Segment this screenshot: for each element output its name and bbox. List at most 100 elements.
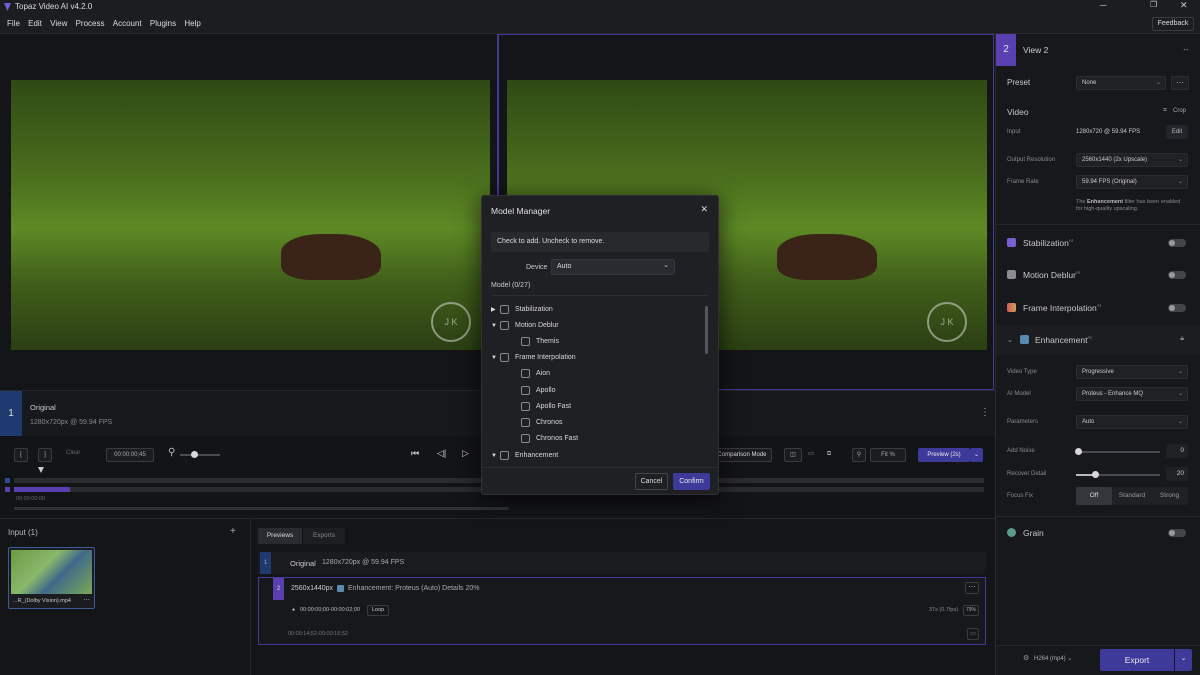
checkbox[interactable] xyxy=(521,368,530,378)
cancel-button[interactable]: Cancel xyxy=(635,473,668,490)
zoom-slider-knob[interactable] xyxy=(191,451,198,458)
add-noise-knob[interactable] xyxy=(1075,448,1082,455)
chevron-down-icon[interactable]: ▼ xyxy=(491,449,500,463)
recover-detail-knob[interactable] xyxy=(1092,471,1099,478)
input-more-icon[interactable]: ⋯ xyxy=(83,596,90,604)
menu-file[interactable]: File xyxy=(4,14,23,34)
close-icon[interactable]: ✕ xyxy=(1180,0,1188,11)
motion-deblur-toggle[interactable] xyxy=(1168,271,1186,279)
chevron-right-icon[interactable]: ▶ xyxy=(491,303,500,317)
crop-button[interactable]: Crop xyxy=(1173,108,1186,114)
checkbox[interactable] xyxy=(500,320,509,330)
input-thumbnail[interactable]: ...R_(Dolby Vision).mp4 ⋯ xyxy=(8,547,95,609)
grain-toggle[interactable] xyxy=(1168,529,1186,537)
feedback-button[interactable]: Feedback xyxy=(1152,17,1194,31)
checkbox[interactable] xyxy=(500,304,509,314)
play-dot-icon[interactable]: ● xyxy=(292,607,295,613)
preset-select[interactable]: None ⌄ xyxy=(1076,76,1166,90)
chevron-down-icon[interactable]: ▼ xyxy=(491,351,500,365)
menu-view[interactable]: View xyxy=(47,14,70,34)
checkbox[interactable] xyxy=(521,336,530,346)
mark-in-button[interactable]: [ xyxy=(14,448,28,462)
menu-edit[interactable]: Edit xyxy=(25,14,45,34)
preview-row-enhanced[interactable]: 2 2560x1440px Enhancement: Proteus (Auto… xyxy=(258,577,986,645)
focus-standard-button[interactable]: Standard xyxy=(1113,487,1151,505)
menu-process[interactable]: Process xyxy=(73,14,108,34)
model-row-enhancement[interactable]: ▼ Enhancement xyxy=(491,449,558,463)
expand-icon[interactable]: ↔ xyxy=(1182,44,1190,53)
mark-out-button[interactable]: ] xyxy=(38,448,52,462)
menu-plugins[interactable]: Plugins xyxy=(147,14,179,34)
model-row-themis[interactable]: Themis xyxy=(521,335,559,349)
video-type-select[interactable]: Progressive ⌄ xyxy=(1076,365,1188,379)
clear-button[interactable]: Clear xyxy=(66,450,80,456)
frame-interpolation-toggle[interactable] xyxy=(1168,304,1186,312)
preview-button[interactable]: Preview (2s) xyxy=(918,448,970,462)
step-back-icon[interactable]: ◁| xyxy=(437,448,446,459)
crop-icon[interactable]: ⌗ xyxy=(1163,107,1167,115)
model-row-stabilization[interactable]: ▶ Stabilization xyxy=(491,303,553,317)
close-icon[interactable]: ✕ xyxy=(700,204,708,215)
add-noise-value[interactable]: 0 xyxy=(1166,444,1188,458)
lock-icon[interactable]: 🔒︎ xyxy=(1180,335,1184,343)
model-list-scrollbar[interactable] xyxy=(705,306,708,354)
export-button[interactable]: Export xyxy=(1100,649,1174,671)
add-input-icon[interactable]: + xyxy=(230,526,236,537)
chevron-down-icon[interactable]: ⌄ xyxy=(1007,336,1013,344)
tab-previews[interactable]: Previews xyxy=(258,528,302,544)
zoom-fit-icon[interactable]: ⚲ xyxy=(852,448,866,462)
loop-button[interactable]: Loop xyxy=(367,605,390,616)
timeline-scrollbar[interactable] xyxy=(14,507,509,510)
model-row-chronos-fast[interactable]: Chronos Fast xyxy=(521,432,578,446)
recover-detail-value[interactable]: 20 xyxy=(1166,467,1188,481)
model-row-apollo-fast[interactable]: Apollo Fast xyxy=(521,400,571,414)
preview-row-original[interactable]: 1 Original 1280x720px @ 59.94 FPS xyxy=(258,552,986,574)
model-row-apollo[interactable]: Apollo xyxy=(521,384,555,398)
stabilization-toggle[interactable] xyxy=(1168,239,1186,247)
edit-button[interactable]: Edit xyxy=(1166,125,1188,139)
delete-icon[interactable]: ▭ xyxy=(967,628,979,640)
tab-exports[interactable]: Exports xyxy=(303,528,345,544)
side-by-side-icon[interactable]: ◫ xyxy=(784,448,802,462)
model-row-frame-interpolation[interactable]: ▼ Frame Interpolation xyxy=(491,351,576,365)
ai-model-select[interactable]: Proteus - Enhance MQ ⌄ xyxy=(1076,387,1188,401)
zoom-slider[interactable] xyxy=(180,454,220,456)
focus-strong-button[interactable]: Strong xyxy=(1151,487,1188,505)
focus-off-button[interactable]: Off xyxy=(1076,487,1112,505)
export-options-icon[interactable]: ⌄ xyxy=(1175,649,1192,671)
timecode-field[interactable]: 00:00:00;45 xyxy=(106,448,154,462)
add-noise-slider[interactable] xyxy=(1076,451,1160,453)
model-row-motion-deblur[interactable]: ▼ Motion Deblur xyxy=(491,319,559,333)
checkbox[interactable] xyxy=(521,433,530,443)
maximize-icon[interactable]: ❐ xyxy=(1150,0,1157,9)
checkbox[interactable] xyxy=(500,352,509,362)
zoom-icon[interactable]: ⚲ xyxy=(168,447,175,458)
frame-rate-select[interactable]: 59.94 FPS (Original) ⌄ xyxy=(1076,175,1188,189)
preview-options-icon[interactable]: ⌄ xyxy=(970,448,983,462)
skip-start-icon[interactable]: ⏮ xyxy=(411,448,419,459)
confirm-button[interactable]: Confirm xyxy=(673,473,710,490)
parameters-select[interactable]: Auto ⌄ xyxy=(1076,415,1188,429)
format-select[interactable]: H264 (mp4) ⌄ xyxy=(1034,655,1072,662)
single-view-icon[interactable]: ▭ xyxy=(804,448,818,462)
row-menu-icon[interactable]: ⋯ xyxy=(965,582,979,594)
device-select[interactable]: Auto ⌄ xyxy=(551,259,675,275)
checkbox[interactable] xyxy=(500,450,509,460)
checkbox[interactable] xyxy=(521,385,530,395)
menu-account[interactable]: Account xyxy=(110,14,145,34)
comparison-mode-button[interactable]: Comparison Mode xyxy=(712,448,772,462)
format-gear-icon[interactable]: ⚙ xyxy=(1023,654,1029,662)
checkbox[interactable] xyxy=(521,417,530,427)
model-row-aion[interactable]: Aion xyxy=(521,367,550,381)
split-view-icon[interactable]: ⧉ xyxy=(822,448,836,462)
play-icon[interactable]: ▷ xyxy=(462,448,469,459)
more-options-icon[interactable]: ⋮ xyxy=(980,407,990,418)
menu-help[interactable]: Help xyxy=(181,14,203,34)
preset-more-icon[interactable]: ⋯ xyxy=(1171,76,1189,90)
chevron-down-icon[interactable]: ▼ xyxy=(491,319,500,333)
fit-select[interactable]: Fit % xyxy=(870,448,906,462)
model-row-chronos[interactable]: Chronos xyxy=(521,416,562,430)
checkbox[interactable] xyxy=(521,401,530,411)
output-resolution-select[interactable]: 2560x1440 (2x Upscale) ⌄ xyxy=(1076,153,1188,167)
minimize-icon[interactable]: ─ xyxy=(1100,0,1110,10)
